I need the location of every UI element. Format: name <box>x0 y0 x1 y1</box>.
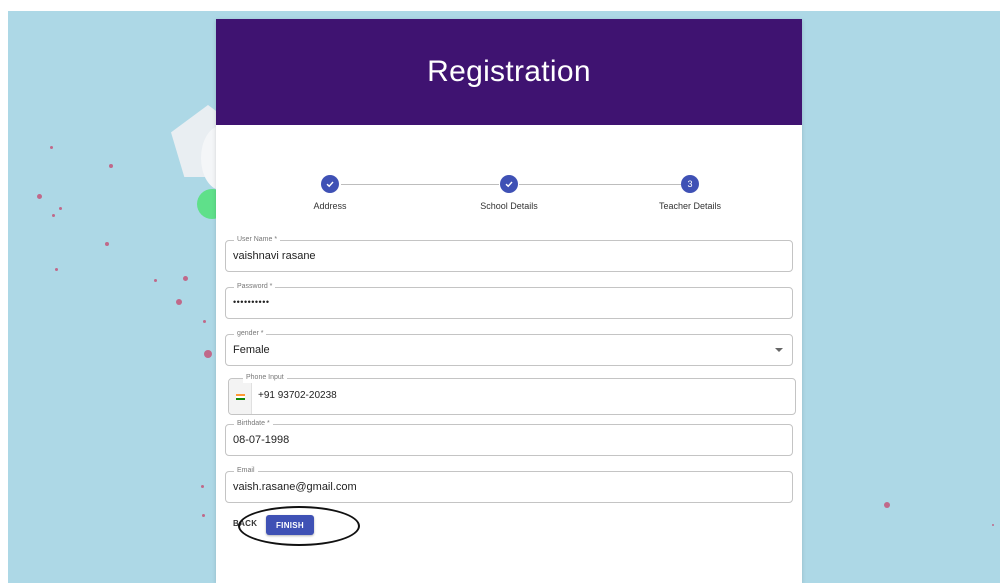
email-field[interactable]: Email vaish.rasane@gmail.com <box>225 466 793 503</box>
decorative-dot <box>201 485 204 488</box>
country-selector[interactable] <box>229 379 252 414</box>
decorative-dot <box>55 268 58 271</box>
step-teacher-details-number: 3 <box>681 175 699 193</box>
birthdate-label: Birthdate * <box>234 419 273 429</box>
step-label-school-details: School Details <box>480 201 538 211</box>
step-school-details-check-icon <box>500 175 518 193</box>
registration-header: Registration <box>216 19 802 125</box>
page-title: Registration <box>427 55 591 88</box>
registration-card: Registration Address School Details 3 Te… <box>216 19 802 583</box>
decorative-dot <box>203 320 206 323</box>
gender-value: Female <box>233 344 270 356</box>
decorative-dot <box>204 350 212 358</box>
decorative-dot <box>59 207 62 210</box>
highlight-ellipse-annotation <box>238 506 360 546</box>
decorative-dot <box>105 242 109 246</box>
decorative-dot <box>202 514 205 517</box>
stepper-connector <box>519 184 681 185</box>
password-field[interactable]: Password * •••••••••• <box>225 282 793 319</box>
step-label-teacher-details: Teacher Details <box>658 201 722 211</box>
birthdate-field[interactable]: Birthdate * 08-07-1998 <box>225 419 793 456</box>
password-value: •••••••••• <box>233 297 270 307</box>
phone-value: +91 93702-20238 <box>258 390 337 401</box>
chevron-down-icon[interactable] <box>775 348 783 352</box>
step-address-check-icon <box>321 175 339 193</box>
username-value: vaishnavi rasane <box>233 250 316 262</box>
decorative-dot <box>52 214 55 217</box>
email-value: vaish.rasane@gmail.com <box>233 481 357 493</box>
decorative-dot <box>37 194 42 199</box>
decorative-dot <box>183 276 188 281</box>
stepper-connector <box>341 184 499 185</box>
decorative-dot <box>154 279 157 282</box>
decorative-dot <box>992 524 994 526</box>
decorative-dot <box>50 146 53 149</box>
gender-select[interactable]: gender * Female <box>225 329 793 366</box>
decorative-dot <box>176 299 182 305</box>
step-label-address: Address <box>313 201 347 211</box>
phone-input-field[interactable]: Phone Input +91 93702-20238 <box>228 373 796 415</box>
phone-label: Phone Input <box>243 373 287 383</box>
email-label: Email <box>234 466 258 476</box>
password-label: Password * <box>234 282 276 292</box>
username-field[interactable]: User Name * vaishnavi rasane <box>225 235 793 272</box>
decorative-dot <box>884 502 890 508</box>
birthdate-value: 08-07-1998 <box>233 434 290 446</box>
username-label: User Name * <box>234 235 281 245</box>
decorative-dot <box>109 164 113 168</box>
india-flag-icon <box>236 394 245 400</box>
gender-label: gender * <box>234 329 267 339</box>
